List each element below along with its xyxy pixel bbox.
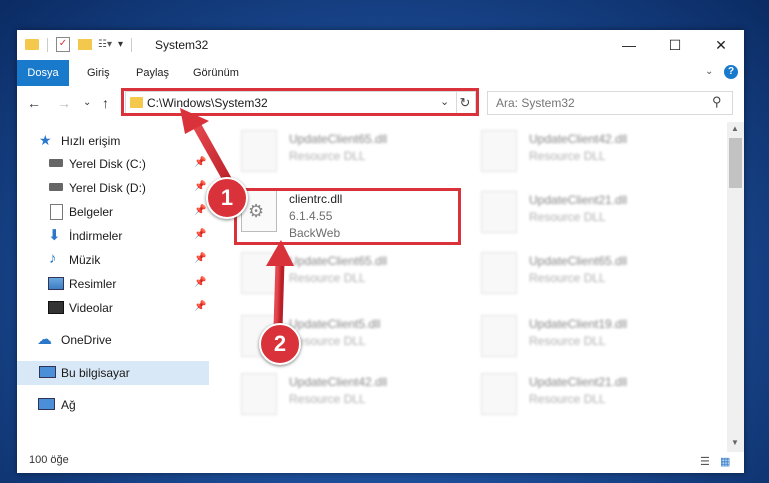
folder-icon bbox=[25, 39, 39, 50]
network-icon bbox=[38, 398, 55, 410]
ribbon-tabs: Dosya Giriş Paylaş Görünüm ⌄ ? bbox=[17, 60, 744, 116]
dll-file-icon bbox=[241, 252, 277, 294]
nav-item-downloads[interactable]: ⬇ İndirmeler 📌 bbox=[17, 225, 209, 247]
step-2-badge: 2 bbox=[259, 323, 301, 365]
minimize-button[interactable]: — bbox=[606, 30, 652, 60]
nav-this-pc[interactable]: Bu bilgisayar bbox=[17, 361, 209, 385]
nav-onedrive[interactable]: ☁ OneDrive bbox=[17, 329, 209, 351]
nav-item-documents[interactable]: Belgeler 📌 bbox=[17, 201, 209, 223]
address-row: ← → ⌄ ↑ C:\Windows\System32 ⌄ ↻ ⚲ bbox=[17, 86, 744, 122]
pictures-icon bbox=[48, 277, 64, 290]
recent-locations-icon[interactable]: ⌄ bbox=[83, 97, 91, 108]
drive-icon bbox=[49, 159, 63, 167]
search-icon[interactable]: ⚲ bbox=[712, 94, 722, 110]
star-icon: ★ bbox=[39, 132, 52, 148]
nav-quick-access[interactable]: ★ Hızlı erişim bbox=[17, 130, 209, 152]
dll-file-icon bbox=[481, 130, 517, 172]
music-note-icon: ♪ bbox=[49, 250, 57, 267]
large-icons-view-icon[interactable]: ▦ bbox=[720, 455, 730, 468]
file-item[interactable]: UpdateClient65.dll Resource DLL bbox=[477, 248, 677, 304]
nav-item-local-disk-c[interactable]: Yerel Disk (C:) 📌 bbox=[17, 153, 209, 175]
nav-network[interactable]: Ağ bbox=[17, 394, 209, 416]
pin-icon[interactable]: 📌 bbox=[194, 157, 206, 168]
details-view-icon[interactable]: ☰ bbox=[700, 455, 710, 468]
properties-icon[interactable]: ✓ bbox=[56, 37, 70, 52]
status-bar: 100 öğe ☰ ▦ bbox=[17, 452, 744, 473]
pin-icon[interactable]: 📌 bbox=[194, 181, 206, 192]
pin-icon[interactable]: 📌 bbox=[194, 229, 206, 240]
film-icon bbox=[48, 301, 64, 314]
window-title: System32 bbox=[155, 38, 209, 52]
file-item[interactable]: UpdateClient21.dll Resource DLL bbox=[477, 187, 677, 243]
new-folder-icon[interactable] bbox=[78, 39, 92, 50]
tab-share[interactable]: Paylaş bbox=[136, 60, 169, 86]
pin-icon[interactable]: 📌 bbox=[194, 253, 206, 264]
dll-file-icon bbox=[481, 315, 517, 357]
dll-file-icon bbox=[481, 373, 517, 415]
cloud-icon: ☁ bbox=[37, 331, 52, 348]
back-arrow-icon[interactable]: ← bbox=[27, 95, 41, 111]
dropdown-arrow-icon[interactable]: ▾ bbox=[118, 39, 123, 50]
title-bar: ✓ ☷▾ ▾ System32 — ☐ ✕ bbox=[17, 30, 744, 60]
explorer-window: ✓ ☷▾ ▾ System32 — ☐ ✕ Dosya Giriş Paylaş… bbox=[17, 30, 744, 473]
maximize-button[interactable]: ☐ bbox=[652, 30, 698, 60]
address-highlight-box bbox=[121, 88, 479, 116]
nav-item-local-disk-d[interactable]: Yerel Disk (D:) 📌 bbox=[17, 177, 209, 199]
customize-toolbar-icon[interactable]: ☷▾ bbox=[98, 39, 112, 50]
quick-access-toolbar: ✓ ☷▾ ▾ bbox=[25, 37, 133, 52]
documents-icon bbox=[50, 204, 63, 220]
scroll-thumb[interactable] bbox=[729, 138, 742, 188]
file-item[interactable]: UpdateClient65.dll Resource DLL bbox=[237, 248, 437, 304]
dll-file-icon bbox=[241, 373, 277, 415]
close-button[interactable]: ✕ bbox=[698, 30, 744, 60]
pin-icon[interactable]: 📌 bbox=[194, 301, 206, 312]
dll-file-icon bbox=[481, 191, 517, 233]
file-item[interactable]: UpdateClient21.dll Resource DLL bbox=[477, 369, 677, 425]
dll-file-icon bbox=[241, 130, 277, 172]
step-1-badge: 1 bbox=[206, 177, 248, 219]
scroll-down-icon[interactable]: ▼ bbox=[731, 438, 739, 447]
search-input[interactable] bbox=[494, 95, 698, 111]
nav-item-videos[interactable]: Videolar 📌 bbox=[17, 297, 209, 319]
file-item[interactable]: UpdateClient42.dll Resource DLL bbox=[237, 369, 437, 425]
file-list: UpdateClient65.dll Resource DLL UpdateCl… bbox=[227, 122, 727, 452]
file-item[interactable]: UpdateClient65.dll Resource DLL bbox=[237, 126, 437, 182]
file-item[interactable]: UpdateClient42.dll Resource DLL bbox=[477, 126, 677, 182]
item-count: 100 öğe bbox=[29, 454, 69, 466]
file-highlight-box bbox=[234, 188, 461, 245]
nav-item-music[interactable]: ♪ Müzik 📌 bbox=[17, 249, 209, 271]
tab-home[interactable]: Giriş bbox=[87, 60, 110, 86]
expand-ribbon-icon[interactable]: ⌄ bbox=[705, 66, 713, 77]
navigation-pane: ★ Hızlı erişim Yerel Disk (C:) 📌 Yerel D… bbox=[17, 122, 209, 452]
file-item[interactable]: UpdateClient19.dll Resource DLL bbox=[477, 311, 677, 367]
search-box[interactable]: ⚲ bbox=[487, 91, 733, 115]
nav-item-pictures[interactable]: Resimler 📌 bbox=[17, 273, 209, 295]
vertical-scrollbar[interactable]: ▲ ▼ bbox=[727, 122, 744, 452]
computer-icon bbox=[39, 366, 56, 378]
help-icon[interactable]: ? bbox=[724, 65, 738, 79]
forward-arrow-icon[interactable]: → bbox=[57, 95, 71, 111]
download-arrow-icon: ⬇ bbox=[48, 227, 61, 244]
dll-file-icon bbox=[481, 252, 517, 294]
drive-icon bbox=[49, 183, 63, 191]
up-arrow-icon[interactable]: ↑ bbox=[102, 95, 109, 111]
pin-icon[interactable]: 📌 bbox=[194, 277, 206, 288]
scroll-up-icon[interactable]: ▲ bbox=[731, 124, 739, 133]
tab-view[interactable]: Görünüm bbox=[193, 60, 239, 86]
pin-icon[interactable]: 📌 bbox=[194, 205, 206, 216]
